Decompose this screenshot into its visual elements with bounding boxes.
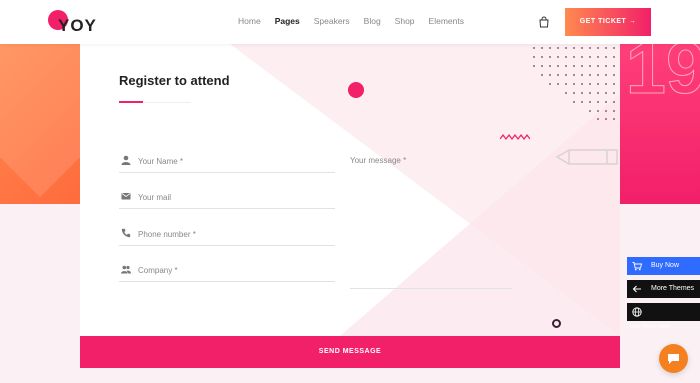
send-message-button[interactable]: SEND MESSAGE bbox=[80, 336, 620, 368]
company-placeholder: Company * bbox=[138, 266, 178, 275]
buy-now-label: Buy Now bbox=[651, 262, 680, 269]
nav-pages[interactable]: Pages bbox=[275, 16, 300, 26]
phone-icon bbox=[121, 228, 131, 238]
nav-speakers[interactable]: Speakers bbox=[314, 16, 350, 26]
main-nav: Home Pages Speakers Blog Shop Elements bbox=[238, 16, 478, 26]
theme-switch-button[interactable] bbox=[627, 303, 700, 321]
more-themes-button[interactable]: More Themes bbox=[627, 280, 700, 298]
name-field[interactable]: Your Name * bbox=[119, 145, 335, 173]
wave-decoration bbox=[500, 134, 530, 140]
company-field[interactable]: Company * bbox=[119, 254, 335, 282]
register-card: Register to attend Your Name * Your mail… bbox=[80, 44, 620, 336]
get-ticket-button[interactable]: GET TICKET → bbox=[565, 8, 651, 36]
nav-blog[interactable]: Blog bbox=[364, 16, 381, 26]
title-underline bbox=[119, 101, 191, 103]
phone-field[interactable]: Phone number * bbox=[119, 218, 335, 246]
email-placeholder: Your mail bbox=[138, 193, 172, 202]
logo-text: YOY bbox=[58, 16, 97, 35]
nav-elements[interactable]: Elements bbox=[429, 16, 464, 26]
phone-placeholder: Phone number * bbox=[138, 230, 196, 239]
right-pink-panel: 19 bbox=[620, 44, 700, 204]
pink-circle-decoration bbox=[348, 82, 364, 98]
name-placeholder: Your Name * bbox=[138, 157, 184, 166]
dot-grid-decoration bbox=[533, 47, 615, 120]
more-themes-label: More Themes bbox=[651, 285, 695, 292]
shopping-bag-icon[interactable] bbox=[538, 16, 550, 28]
left-orange-panel bbox=[0, 44, 80, 204]
globe-icon bbox=[632, 307, 642, 317]
email-field[interactable]: Your mail bbox=[119, 181, 335, 209]
outline-number-decoration: 19 bbox=[625, 44, 700, 110]
site-header: YOY Home Pages Speakers Blog Shop Elemen… bbox=[0, 0, 700, 44]
chat-button[interactable] bbox=[659, 344, 688, 373]
mail-icon bbox=[121, 193, 131, 200]
users-icon bbox=[121, 265, 131, 274]
buy-now-button[interactable]: Buy Now bbox=[627, 257, 700, 275]
message-textarea[interactable]: Your message * bbox=[350, 151, 512, 289]
cart-icon bbox=[632, 262, 642, 271]
nav-shop[interactable]: Shop bbox=[395, 16, 415, 26]
message-placeholder: Your message * bbox=[350, 156, 407, 165]
form-title: Register to attend bbox=[119, 73, 230, 88]
chat-icon bbox=[668, 354, 679, 364]
arrow-left-icon bbox=[632, 285, 641, 293]
ring-decoration bbox=[552, 319, 561, 328]
nav-home[interactable]: Home bbox=[238, 16, 261, 26]
user-icon bbox=[121, 155, 131, 165]
buy-more-caption: Buy More Here bbox=[630, 324, 671, 330]
pencil-icon bbox=[555, 149, 618, 165]
site-logo[interactable]: YOY bbox=[48, 9, 98, 35]
